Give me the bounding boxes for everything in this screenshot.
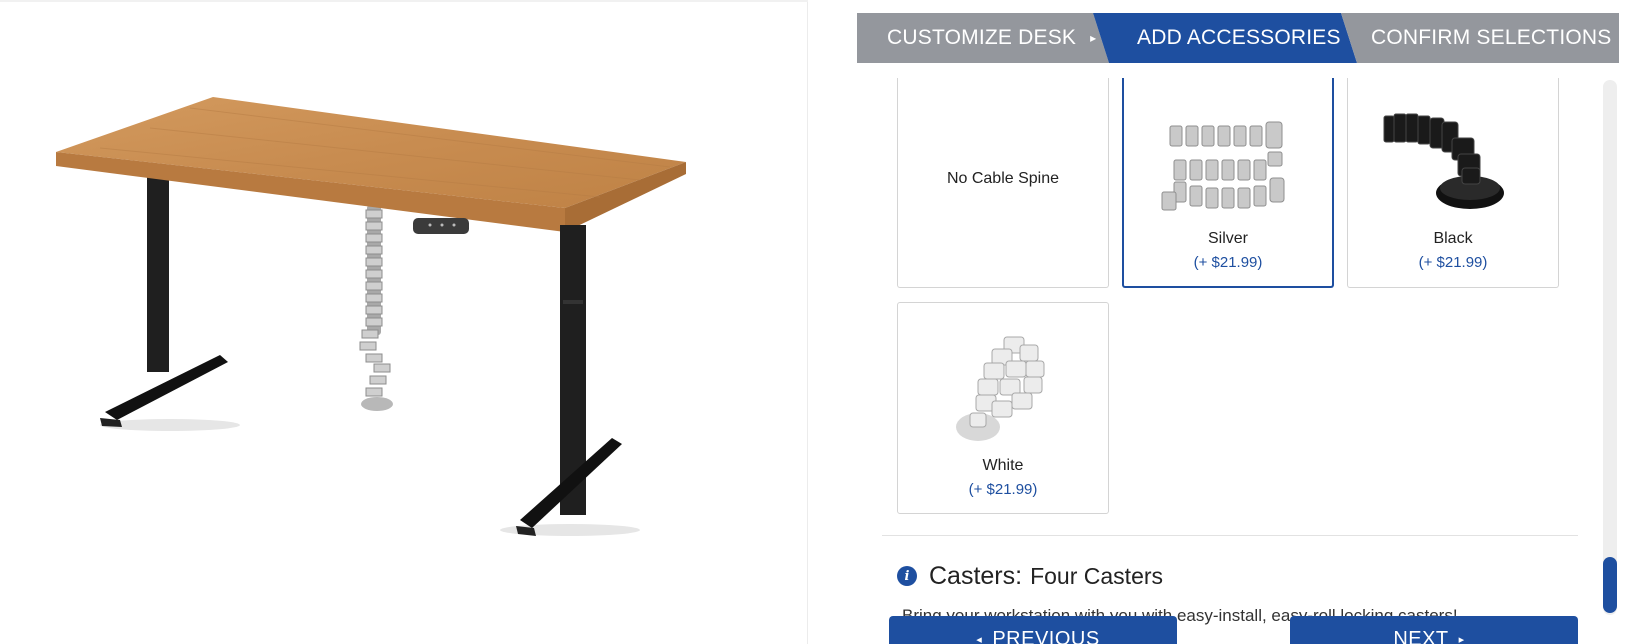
next-button[interactable]: NEXT ▸ — [1290, 616, 1578, 644]
step-customize-desk-label: CUSTOMIZE DESK — [887, 26, 1077, 49]
casters-title: Casters: — [929, 561, 1023, 590]
casters-value: Four Casters — [1030, 562, 1164, 589]
options-scrollbar-track[interactable] — [1603, 80, 1617, 615]
desk-configurator: CUSTOMIZE DESK ▸ ADD ACCESSORIES ▾ CONFI… — [0, 0, 1627, 644]
option-name: No Cable Spine — [946, 170, 1060, 187]
black-cable-spine-image — [1383, 113, 1504, 209]
desk-image — [56, 97, 686, 536]
arrow-right-icon: ▸ — [1458, 634, 1465, 644]
option-black-cable-spine[interactable]: Black (+ $21.99) — [1347, 78, 1559, 288]
cable-spine-preview — [359, 205, 393, 411]
option-price: (+ $21.99) — [1193, 254, 1263, 271]
arrow-left-icon: ◂ — [976, 634, 983, 644]
step-customize-desk[interactable]: CUSTOMIZE DESK ▸ — [857, 13, 1109, 63]
desk-preview — [0, 0, 808, 644]
casters-heading: i Casters: Four Casters — [897, 560, 1163, 592]
option-price: (+ $21.99) — [968, 481, 1038, 498]
option-name: White — [982, 457, 1024, 474]
white-cable-spine-image — [956, 336, 1045, 441]
step-confirm-selections[interactable]: CONFIRM SELECTIONS ▸ — [1341, 13, 1619, 63]
silver-cable-spine-image — [1161, 121, 1285, 211]
info-icon[interactable]: i — [897, 566, 917, 586]
previous-button[interactable]: ◂ PREVIOUS — [889, 616, 1177, 644]
option-name: Black — [1433, 230, 1473, 247]
option-name: Silver — [1207, 230, 1248, 247]
step-confirm-selections-label: CONFIRM SELECTIONS — [1371, 26, 1612, 49]
option-price: (+ $21.99) — [1418, 254, 1488, 271]
configurator-steps: CUSTOMIZE DESK ▸ ADD ACCESSORIES ▾ CONFI… — [857, 13, 1619, 63]
option-white-cable-spine[interactable]: White (+ $21.99) — [897, 302, 1109, 514]
option-no-cable-spine[interactable]: No Cable Spine — [897, 78, 1109, 288]
section-divider — [882, 535, 1578, 536]
step-add-accessories[interactable]: ADD ACCESSORIES ▾ — [1093, 13, 1357, 63]
previous-button-label: PREVIOUS — [992, 628, 1100, 644]
next-button-label: NEXT — [1393, 628, 1449, 644]
step-add-accessories-label: ADD ACCESSORIES — [1137, 26, 1341, 49]
option-silver-cable-spine[interactable]: Silver (+ $21.99) — [1122, 78, 1334, 288]
caret-right-icon: ▸ — [1090, 31, 1097, 45]
options-scrollbar-thumb[interactable] — [1603, 557, 1617, 613]
